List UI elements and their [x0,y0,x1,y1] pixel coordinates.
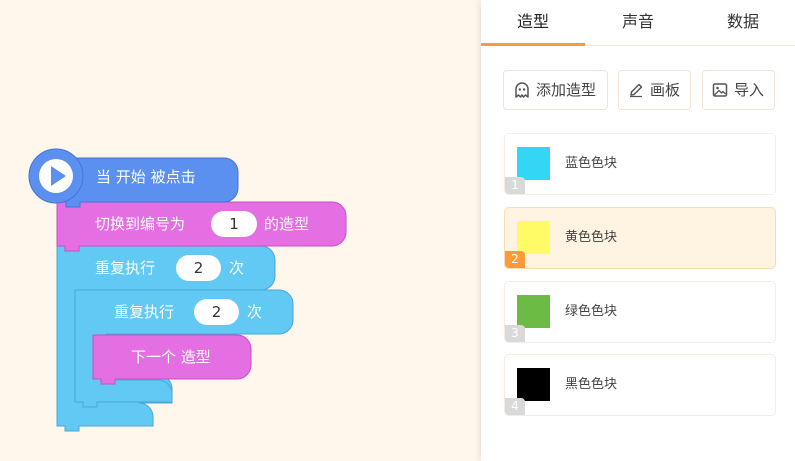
tab-costumes[interactable]: 造型 [481,0,585,46]
inner-repeat-count-input[interactable]: 2 [194,299,239,325]
next-costume-prefix: 下一个 [131,348,177,366]
costume-name: 黄色色块 [565,230,618,245]
costume-item-4[interactable]: 4 黑色色块 [504,354,776,416]
costume-item-3[interactable]: 3 绿色色块 [504,281,776,343]
tab-sounds[interactable]: 声音 [585,0,691,46]
ghost-icon [515,82,529,98]
costume-panel: 造型 声音 数据 添加造型 画板 导入 1 蓝色色块 2 黄色色块 3 绿色色块… [481,0,795,461]
switch-costume-prefix: 切换到编号为 [95,215,186,233]
pencil-icon [630,83,643,98]
tab-data[interactable]: 数据 [691,0,795,46]
outer-repeat-block[interactable]: 重复执行 2 次 [57,246,275,290]
next-costume-block[interactable]: 下一个 造型 [93,335,251,379]
costume-number: 4 [505,398,525,415]
when-start-clicked-block[interactable]: 当 开始 被点击 [29,149,239,203]
paint-button[interactable]: 画板 [618,70,691,110]
image-icon [712,83,728,97]
inner-repeat-suffix: 次 [247,303,263,321]
costume-thumbnail [517,221,550,254]
hat-suffix: 被点击 [150,168,196,186]
hat-event: 开始 [115,168,146,186]
paint-label: 画板 [650,81,681,99]
add-costume-button[interactable]: 添加造型 [503,70,608,110]
add-costume-label: 添加造型 [536,81,597,99]
costume-number-input[interactable]: 1 [211,211,257,237]
script-workspace[interactable]: 当 开始 被点击 切换到编号为 1 的造型 重复执行 2 次 重复执行 2 次 … [0,0,481,461]
costume-thumbnail [517,295,550,328]
active-tab-indicator [481,43,585,46]
hat-prefix: 当 [96,168,112,186]
outer-repeat-prefix: 重复执行 [95,259,156,277]
outer-repeat-suffix: 次 [229,259,245,277]
costume-name: 绿色色块 [565,304,618,319]
inner-repeat-block[interactable]: 重复执行 2 次 [75,290,293,334]
import-label: 导入 [734,81,765,99]
costume-number: 3 [505,325,525,342]
panel-tabs: 造型 声音 数据 [481,0,795,46]
switch-costume-suffix: 的造型 [264,215,310,233]
costume-number: 1 [505,177,525,194]
import-button[interactable]: 导入 [702,70,775,110]
costume-name: 蓝色色块 [565,156,618,171]
costume-item-2[interactable]: 2 黄色色块 [504,207,776,269]
switch-costume-block[interactable]: 切换到编号为 1 的造型 [57,202,347,246]
costume-thumbnail [517,368,550,401]
inner-repeat-prefix: 重复执行 [114,303,175,321]
outer-repeat-count-input[interactable]: 2 [176,255,221,281]
next-costume-suffix: 造型 [180,348,211,366]
costume-number: 2 [505,251,525,268]
costume-item-1[interactable]: 1 蓝色色块 [504,133,776,195]
costume-thumbnail [517,147,550,180]
costume-name: 黑色色块 [565,377,618,392]
play-icon [39,159,73,193]
app-root: 当 开始 被点击 切换到编号为 1 的造型 重复执行 2 次 重复执行 2 次 … [0,0,795,461]
